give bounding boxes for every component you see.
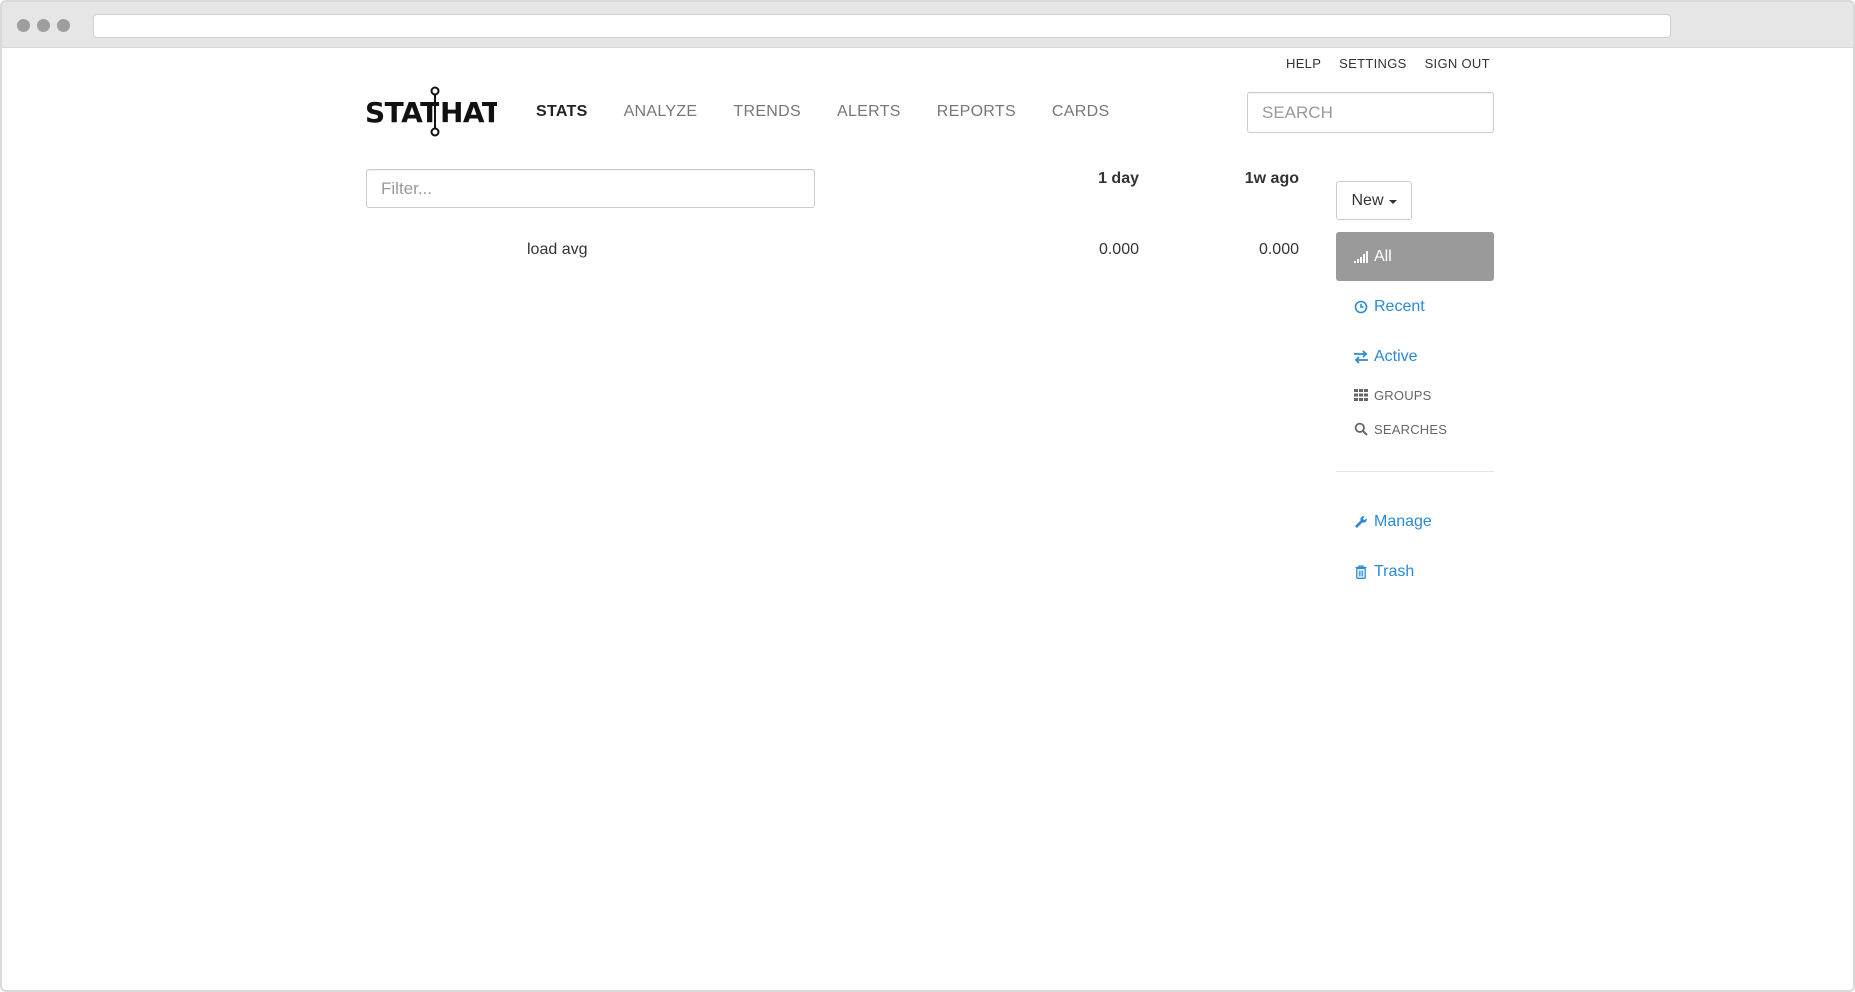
sidebar-divider [1336,471,1494,472]
search-icon [1353,421,1369,437]
stat-value-1w-ago: 0.000 [1258,241,1299,258]
nav-cards[interactable]: CARDS [1052,103,1110,121]
nav-reports[interactable]: REPORTS [937,103,1016,121]
wrench-icon [1353,514,1369,530]
browser-toolbar [2,2,1853,48]
settings-link[interactable]: SETTINGS [1339,56,1406,71]
help-link[interactable]: HELP [1286,56,1321,71]
sidebar-item-label: GROUPS [1374,387,1432,403]
table-row[interactable]: load avg 0.000 0.000 [366,239,1300,263]
swap-arrows-icon [1353,349,1369,365]
new-dropdown-button[interactable]: New [1336,181,1412,220]
trash-icon [1353,564,1369,580]
utility-links: HELP SETTINGS SIGN OUT [1286,56,1490,71]
window-close-dot[interactable] [17,19,30,32]
sidebar-item-all[interactable]: All [1336,232,1494,281]
logo-graphic: STAT HAT [365,86,497,137]
logo-text-right: HAT [440,96,497,129]
filter-input[interactable] [366,169,815,208]
sidebar-item-label: All [1374,247,1392,265]
sidebar-item-label: Trash [1374,562,1415,580]
sidebar-item-label: Recent [1374,297,1425,315]
sidebar-item-label: Active [1374,347,1418,365]
sidebar-item-active[interactable]: Active [1336,332,1494,381]
window-maximize-dot[interactable] [57,19,70,32]
signal-icon [1353,249,1369,265]
sidebar-item-label: SEARCHES [1374,421,1448,437]
sidebar-item-label: Manage [1374,512,1432,530]
window-minimize-dot[interactable] [37,19,50,32]
nav-alerts[interactable]: ALERTS [837,103,901,121]
sidebar-item-recent[interactable]: Recent [1336,282,1494,331]
nav-analyze[interactable]: ANALYZE [624,103,698,121]
sidebar-item-searches[interactable]: SEARCHES [1336,416,1494,442]
caret-down-icon [1388,199,1397,204]
column-header-1-day[interactable]: 1 day [1062,170,1139,188]
sidebar-item-trash[interactable]: Trash [1336,547,1494,596]
nav-trends[interactable]: TRENDS [733,103,801,121]
nav-stats[interactable]: STATS [536,103,588,121]
new-button-label: New [1351,191,1384,209]
stathat-logo[interactable]: STAT HAT [365,86,497,138]
sign-out-link[interactable]: SIGN OUT [1425,56,1490,71]
column-header-1w-ago[interactable]: 1w ago [1202,170,1299,188]
sidebar-item-groups[interactable]: GROUPS [1336,382,1494,408]
stat-value-1-day: 0.000 [1098,241,1139,258]
clock-icon [1353,299,1369,315]
main-nav: STATS ANALYZE TRENDS ALERTS REPORTS CARD… [536,103,1109,121]
search-input[interactable] [1247,92,1494,133]
logo-text-left: STAT [365,96,439,129]
grid-icon [1353,387,1369,403]
address-bar[interactable] [93,14,1671,38]
browser-window: HELP SETTINGS SIGN OUT STAT HAT STATS AN… [0,0,1855,992]
stat-name-link[interactable]: load avg [527,241,588,259]
sidebar-item-manage[interactable]: Manage [1336,497,1494,546]
